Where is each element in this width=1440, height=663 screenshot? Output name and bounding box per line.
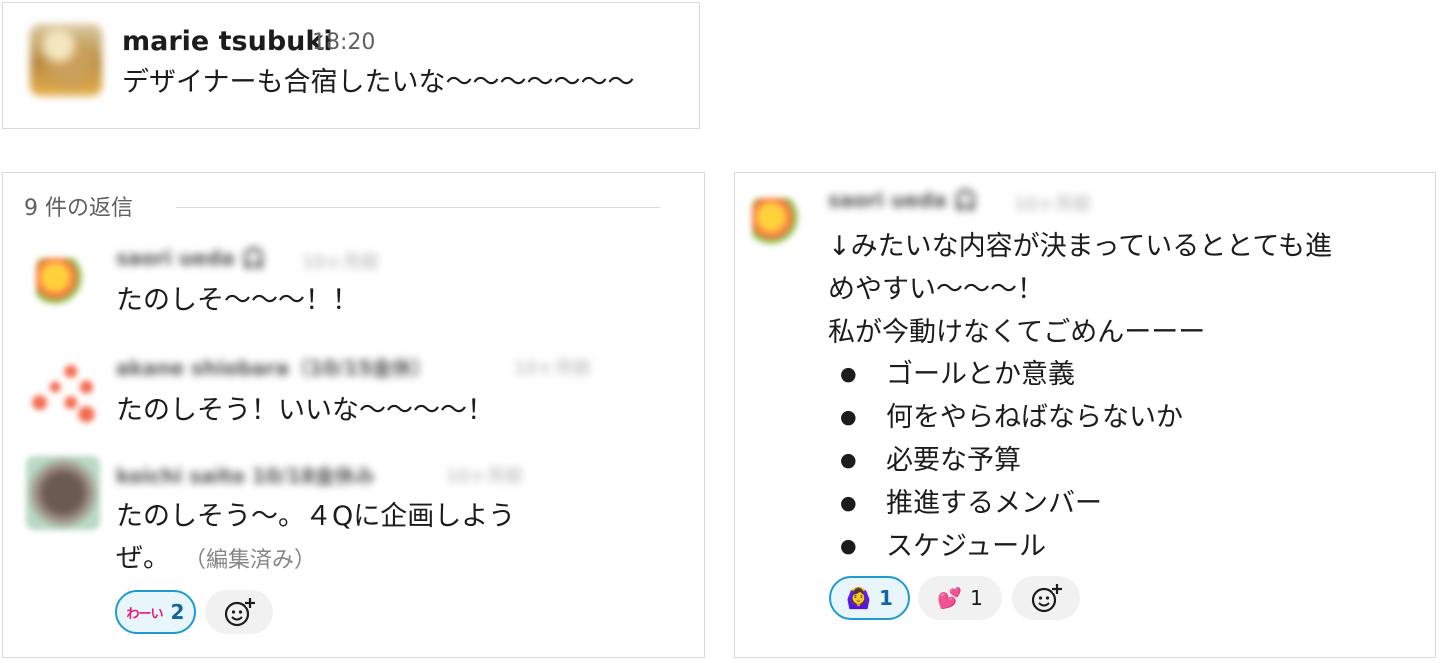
list-item: 推進するメンバー <box>828 482 1183 525</box>
author-name[interactable]: saori ueda 🎧 <box>116 246 266 270</box>
divider <box>176 207 660 208</box>
avatar[interactable] <box>24 348 102 426</box>
two-hearts-emoji-icon: 💕 <box>937 586 963 610</box>
avatar[interactable] <box>752 198 800 246</box>
wai-emoji-icon: わーい <box>126 606 164 622</box>
reaction-button[interactable]: わーい 2 <box>115 590 196 634</box>
add-reaction-button[interactable] <box>205 590 273 634</box>
message-text: ↓みたいな内容が決まっているととても進 <box>828 231 1333 262</box>
reaction-button[interactable]: 🙆‍♀️ 1 <box>829 576 910 620</box>
reaction-count: 1 <box>878 586 893 610</box>
author-name[interactable]: marie tsubuki <box>122 26 333 57</box>
list-item: ゴールとか意義 <box>828 353 1183 396</box>
message-text: たのしそ〜〜〜！！ <box>116 285 359 316</box>
reaction-count: 1 <box>970 586 983 610</box>
reaction-count: 2 <box>170 600 185 624</box>
author-name[interactable]: saori ueda 🎧 <box>828 188 978 212</box>
message-text: めやすい〜〜〜！ <box>828 274 1044 305</box>
message-text: たのしそう〜。４Qに企画しよう <box>116 501 516 532</box>
timestamp[interactable]: 10ヶ月前 <box>1014 190 1091 216</box>
add-reaction-icon <box>1031 584 1062 613</box>
list-item: スケジュール <box>828 525 1183 568</box>
list-item: 何をやらねばならないか <box>828 396 1183 439</box>
bullet-list: ゴールとか意義 何をやらねばならないか 必要な予算 推進するメンバー スケジュー… <box>828 353 1183 568</box>
author-name[interactable]: akane shiobara（10/15金休） <box>116 352 432 381</box>
message-text-end: ぜ。 <box>116 543 170 574</box>
woman-gesturing-ok-emoji-icon: 🙆‍♀️ <box>846 586 871 610</box>
message-text-cont: ぜ。 （編集済み） <box>116 536 316 584</box>
add-reaction-button[interactable] <box>1012 576 1080 620</box>
message-text: デザイナーも合宿したいな〜〜〜〜〜〜〜 <box>122 67 635 98</box>
add-reaction-icon <box>224 598 255 627</box>
edited-label: （編集済み） <box>184 548 317 573</box>
timestamp[interactable]: 18:20 <box>312 30 375 55</box>
avatar[interactable] <box>26 456 100 530</box>
avatar[interactable] <box>36 258 84 306</box>
author-name[interactable]: koichi saito 10/18金休み <box>116 460 375 489</box>
message-text: 私が今動けなくてごめんーーー <box>828 317 1206 348</box>
avatar[interactable] <box>30 24 102 96</box>
timestamp[interactable]: 10ヶ月前 <box>302 248 379 274</box>
reaction-button[interactable]: 💕 1 <box>918 576 1002 620</box>
message-text: たのしそう！いいな〜〜〜〜！ <box>116 395 494 426</box>
timestamp[interactable]: 10ヶ月前 <box>514 354 591 380</box>
timestamp[interactable]: 10ヶ月前 <box>446 462 523 488</box>
list-item: 必要な予算 <box>828 439 1183 482</box>
reply-count[interactable]: 9 件の返信 <box>24 190 133 222</box>
